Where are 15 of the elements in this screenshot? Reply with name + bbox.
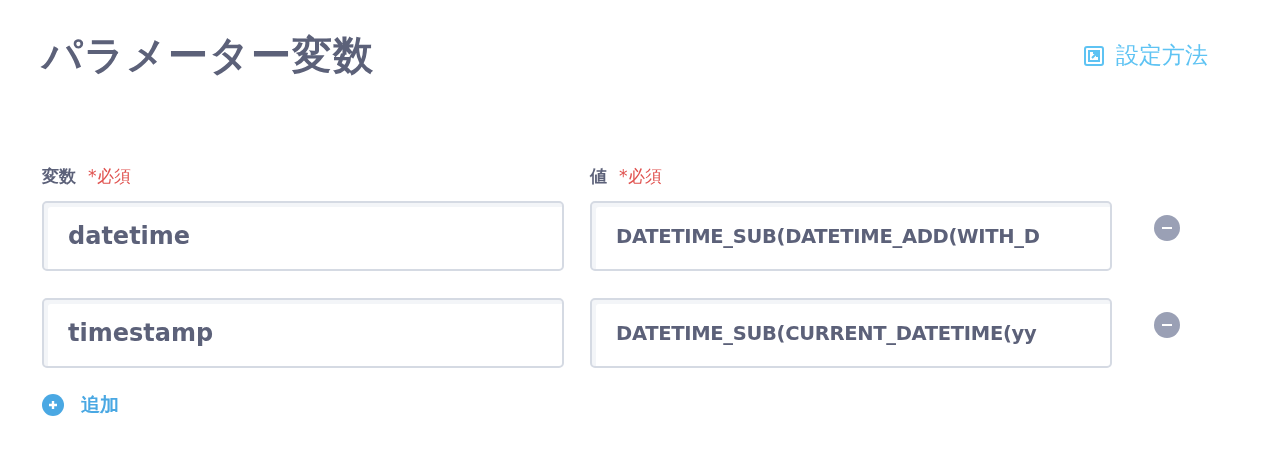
minus-icon: [1162, 227, 1172, 229]
external-link-icon: [1084, 45, 1104, 66]
value-field[interactable]: DATETIME_SUB(DATETIME_ADD(WITH_D: [590, 201, 1112, 271]
column-label: 値: [590, 165, 607, 188]
remove-button[interactable]: [1154, 215, 1180, 241]
column-label: 変数: [42, 165, 76, 188]
minus-icon: [1162, 324, 1172, 326]
variable-field[interactable]: timestamp: [42, 298, 564, 368]
remove-button[interactable]: [1154, 312, 1180, 338]
page-title: パラメーター変数: [42, 31, 374, 80]
plus-icon: [42, 394, 64, 416]
variable-field[interactable]: datetime: [42, 201, 564, 271]
required-mark: *必須: [619, 165, 662, 188]
required-mark: *必須: [88, 165, 131, 188]
value-field[interactable]: DATETIME_SUB(CURRENT_DATETIME(yy: [590, 298, 1112, 368]
